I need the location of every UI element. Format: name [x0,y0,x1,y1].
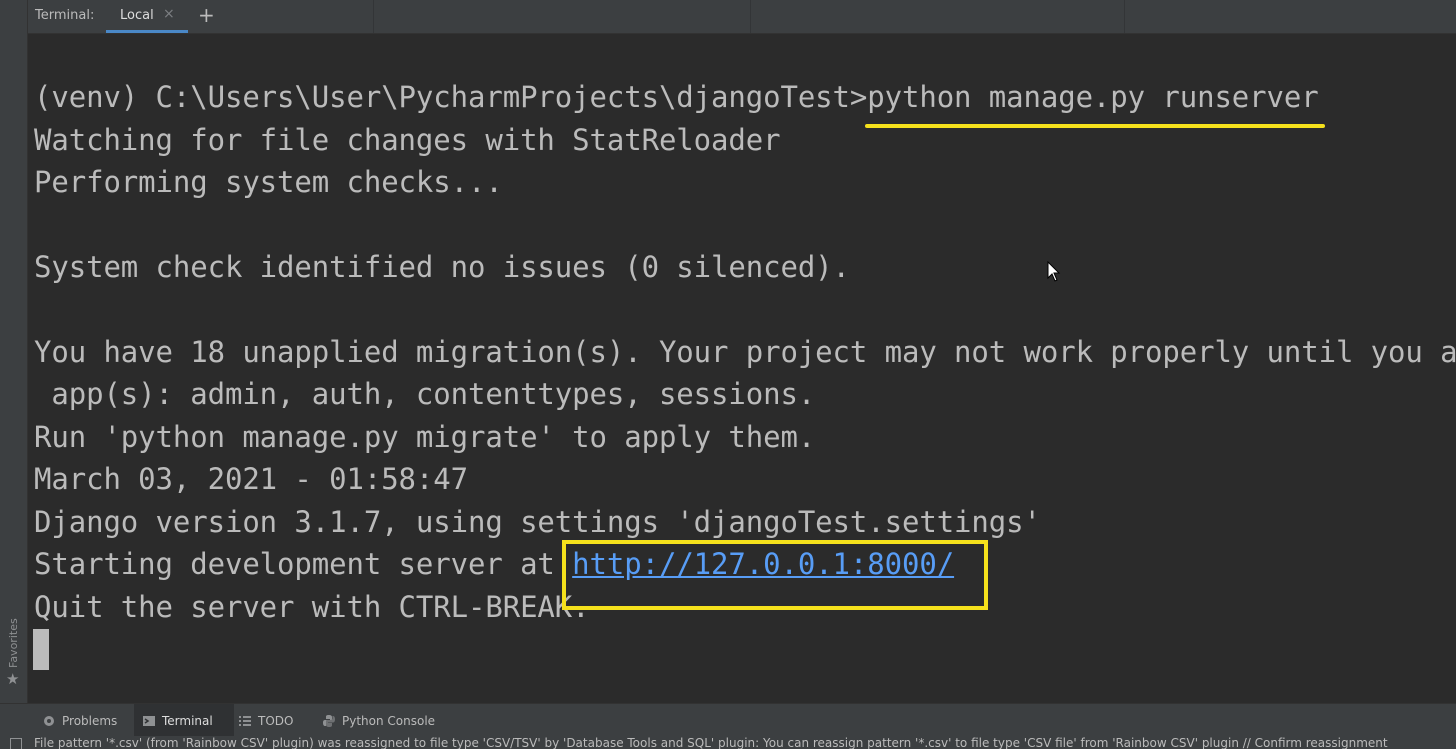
terminal-line: You have 18 unapplied migration(s). Your… [34,335,1456,369]
tool-tab-terminal[interactable]: Terminal [134,704,234,737]
status-bar: File pattern '*.csv' (from 'Rainbow CSV'… [0,736,1456,749]
terminal-title-label: Terminal: [35,8,95,23]
terminal-line: System check identified no issues (0 sil… [34,250,850,284]
tool-window-bar: Problems Terminal TODO Python Console [0,703,1456,737]
tool-tab-label: Problems [62,713,118,728]
server-start-prefix: Starting development server at [34,547,573,581]
tool-tab-python-console[interactable]: Python Console [316,704,452,737]
terminal-line: March 03, 2021 - 01:58:47 [34,462,468,496]
close-icon[interactable]: × [163,6,175,22]
terminal-line: Run 'python manage.py migrate' to apply … [34,420,816,454]
tool-tab-label: Terminal [162,713,213,728]
url-highlight-box [562,540,988,610]
tab-bar-divider [373,0,374,33]
tab-bar-divider [750,0,751,33]
terminal-output[interactable]: (venv) C:\Users\User\PycharmProjects\dja… [28,34,1456,703]
terminal-line: Performing system checks... [34,165,503,199]
tab-local[interactable]: Local × [106,0,188,33]
terminal-line: (venv) C:\Users\User\PycharmProjects\dja… [34,80,1319,114]
terminal-line: Django version 3.1.7, using settings 'dj… [34,505,1041,539]
pycharm-window: Favorites ★ Terminal: Local × + (venv) C… [0,0,1456,749]
terminal-line: Quit the server with CTRL-BREAK. [34,590,590,624]
terminal-icon [143,715,155,726]
star-icon[interactable]: ★ [6,672,19,687]
status-message[interactable]: File pattern '*.csv' (from 'Rainbow CSV'… [34,736,1388,749]
todo-list-icon [239,715,251,726]
tool-tab-todo[interactable]: TODO [232,704,310,737]
mouse-pointer-icon [1047,261,1061,282]
terminal-tab-bar: Terminal: Local × + [28,0,1456,34]
left-tool-strip: Favorites ★ [0,0,28,703]
add-tab-button[interactable]: + [198,3,215,27]
tab-local-label: Local [120,8,154,23]
command-highlight-underline [865,124,1325,128]
tool-tab-label: Python Console [342,713,436,728]
tab-bar-divider [1124,0,1125,33]
tool-tab-problems[interactable]: Problems [34,704,134,737]
terminal-cursor [33,629,49,670]
tool-tab-label: TODO [258,713,294,728]
terminal-line: Watching for file changes with StatReloa… [34,123,781,157]
event-log-icon[interactable] [10,738,22,749]
terminal-line: app(s): admin, auth, contenttypes, sessi… [34,377,816,411]
favorites-label[interactable]: Favorites [7,618,20,668]
python-icon [323,714,335,727]
problems-icon [44,715,54,726]
